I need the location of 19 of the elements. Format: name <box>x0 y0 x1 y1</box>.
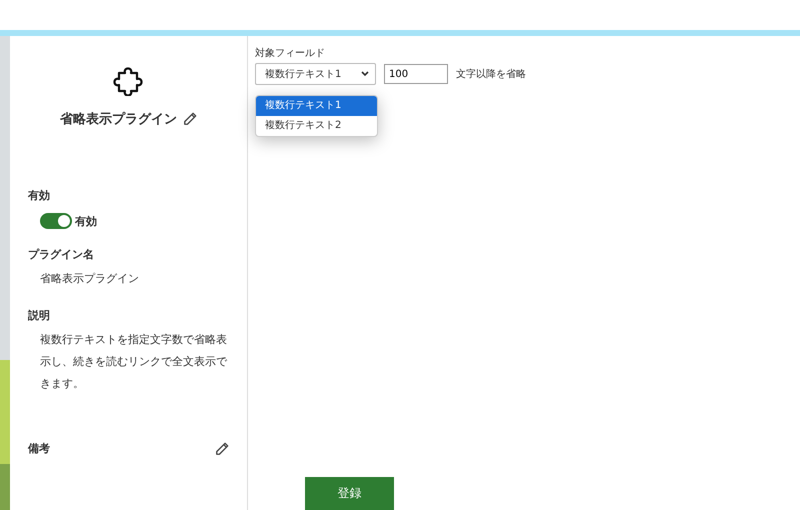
toggle-label: 有効 <box>75 214 97 228</box>
count-input[interactable]: 100 <box>384 64 448 84</box>
field-select[interactable]: 複数行テキスト1 <box>255 63 376 85</box>
section-text: 省略表示プラグイン <box>40 271 140 287</box>
toggle-switch[interactable] <box>40 213 72 229</box>
dropdown-option[interactable]: 複数行テキスト2 <box>256 116 377 136</box>
section-label: 備考 <box>28 441 50 456</box>
chevron-icon <box>361 71 369 77</box>
dropdown-option[interactable]: 複数行テキスト1 <box>256 96 377 116</box>
field-label: 対象フィールド <box>255 46 326 60</box>
suffix-text: 文字以降を省略 <box>456 68 526 81</box>
section-label: 説明 <box>28 308 51 323</box>
pencil-icon[interactable] <box>215 442 229 456</box>
pencil-icon[interactable] <box>183 112 197 126</box>
register-button[interactable]: 登録 <box>305 477 394 510</box>
section-label: プラグイン名 <box>28 247 95 262</box>
section-label: 有効 <box>28 188 51 203</box>
plugin-title: 省略表示プラグイン <box>60 110 177 128</box>
section-text: 複数行テキストを指定文字数で省略表示し、続きを読むリンクで全文表示できます。 <box>40 332 228 392</box>
